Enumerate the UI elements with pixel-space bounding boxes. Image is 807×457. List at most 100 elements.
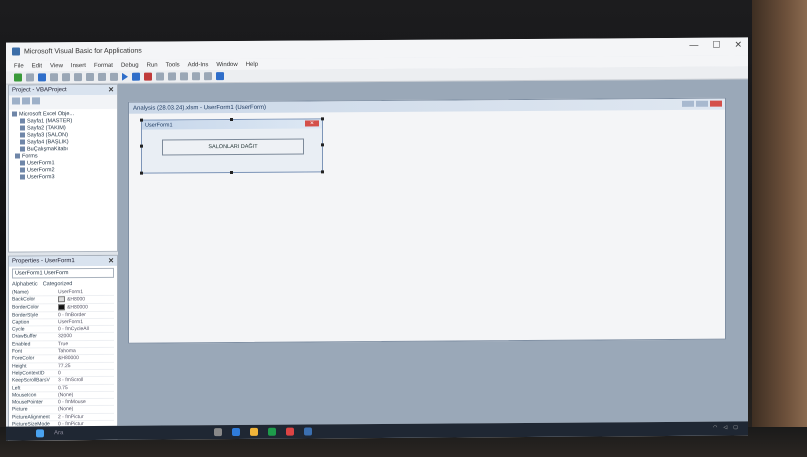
notification-icon[interactable]: ▢ (733, 424, 738, 430)
resize-handle[interactable] (140, 144, 143, 148)
excel-view-icon[interactable] (14, 73, 22, 82)
property-name: ForeColor (12, 355, 35, 362)
menu-addins[interactable]: Add-Ins (188, 62, 209, 68)
chrome-icon[interactable] (286, 427, 294, 436)
screen: Microsoft Visual Basic for Applications … (6, 37, 748, 441)
paste-icon[interactable] (74, 73, 82, 82)
property-value[interactable]: (None) (58, 392, 114, 399)
break-icon[interactable] (132, 72, 140, 81)
property-value[interactable]: 2 - fmPictur (58, 414, 114, 421)
save-icon[interactable] (38, 73, 46, 82)
menu-help[interactable]: Help (246, 61, 258, 67)
workbook-icon (20, 146, 25, 152)
object-browser-icon[interactable] (192, 72, 200, 81)
undo-icon[interactable] (98, 72, 106, 81)
menu-window[interactable]: Window (216, 61, 237, 67)
tab-alphabetic[interactable]: Alphabetic (12, 281, 38, 287)
close-icon[interactable]: ✕ (108, 257, 114, 265)
toggle-folders-icon[interactable] (32, 97, 40, 105)
network-icon[interactable]: ◠ (713, 425, 717, 431)
resize-handle[interactable] (140, 171, 143, 175)
windows-start-icon[interactable] (36, 429, 44, 438)
property-name: MouseIcon (12, 392, 37, 399)
resize-handle[interactable] (321, 143, 324, 147)
property-value[interactable]: &H8000 (58, 296, 114, 303)
cut-icon[interactable] (50, 73, 58, 82)
run-icon[interactable] (122, 72, 128, 81)
distribute-halls-button[interactable]: SALONLARI DAĞIT (162, 138, 304, 156)
userform-close-icon[interactable]: ✕ (305, 120, 319, 127)
resize-handle[interactable] (321, 117, 324, 121)
menu-insert[interactable]: Insert (71, 63, 86, 69)
property-value[interactable]: 0 - fmCycleAll (58, 326, 114, 333)
properties-table: (Name) UserForm1 BackColor &H8000 BorderColo… (9, 288, 117, 437)
file-explorer-icon[interactable] (250, 427, 258, 436)
close-icon[interactable]: ✕ (734, 39, 742, 50)
color-swatch (58, 304, 65, 311)
property-name: HelpContextID (12, 370, 45, 377)
taskbar-search[interactable]: Ara (54, 430, 94, 436)
find-icon[interactable] (86, 72, 94, 82)
minimize-icon[interactable]: — (689, 40, 698, 51)
userform[interactable]: UserForm1 ✕ SALONLARI DAĞIT (140, 117, 324, 175)
property-value[interactable]: 77.25 (58, 362, 114, 369)
help-icon[interactable] (216, 72, 224, 81)
minimize-icon[interactable] (682, 100, 694, 107)
maximize-icon[interactable]: ☐ (712, 40, 720, 51)
menu-run[interactable]: Run (147, 62, 158, 68)
property-value[interactable]: 0.75 (58, 384, 114, 391)
reset-icon[interactable] (144, 72, 152, 81)
property-value[interactable]: True (58, 341, 114, 348)
resize-handle[interactable] (230, 171, 233, 175)
property-value[interactable]: UserForm1 (58, 319, 114, 326)
design-mode-icon[interactable] (156, 72, 164, 81)
property-name: Font (12, 348, 23, 355)
property-name: BackColor (12, 296, 36, 303)
excel-taskbar-icon[interactable] (268, 427, 276, 436)
menu-edit[interactable]: Edit (32, 63, 42, 69)
view-object-icon[interactable] (22, 97, 30, 105)
resize-handle[interactable] (140, 118, 143, 122)
form-icon (20, 174, 25, 180)
maximize-icon[interactable] (696, 100, 708, 107)
property-value[interactable]: UserForm1 (58, 289, 114, 296)
properties-pane-header: Properties - UserForm1 ✕ (9, 255, 117, 267)
property-name: KeepScrollBarsV (12, 377, 50, 384)
project-explorer-icon[interactable] (168, 72, 176, 81)
property-value[interactable]: &H80000 (58, 304, 114, 311)
code-workspace: Analysis (28.03.24).xlsm - UserForm1 (Us… (118, 79, 748, 426)
designer-titlebar: Analysis (28.03.24).xlsm - UserForm1 (Us… (129, 98, 725, 114)
vba-app-icon (12, 47, 20, 56)
menu-view[interactable]: View (50, 63, 63, 69)
tree-item[interactable]: UserForm3 (12, 174, 114, 182)
menu-tools[interactable]: Tools (166, 62, 180, 68)
property-value[interactable]: (None) (58, 406, 114, 413)
task-view-icon[interactable] (214, 428, 222, 437)
object-select[interactable]: UserForm1 UserForm (12, 267, 114, 279)
property-value[interactable]: 3 - fmScroll (58, 377, 114, 384)
close-icon[interactable] (710, 100, 722, 107)
menu-format[interactable]: Format (94, 62, 113, 68)
vba-taskbar-icon[interactable] (304, 427, 312, 436)
property-value[interactable]: &H80000 (58, 355, 114, 362)
view-code-icon[interactable] (12, 97, 20, 105)
property-value[interactable]: 0 - fmMouse (58, 399, 114, 406)
toolbox-icon[interactable] (204, 72, 212, 81)
edge-icon[interactable] (232, 427, 240, 437)
property-value[interactable]: Tahoma (58, 348, 114, 355)
menu-file[interactable]: File (14, 63, 24, 69)
volume-icon[interactable]: ◁ (723, 425, 727, 431)
copy-icon[interactable] (62, 73, 70, 82)
close-icon[interactable]: ✕ (108, 86, 114, 94)
menu-debug[interactable]: Debug (121, 62, 139, 68)
property-value[interactable]: 0 - fmBorder (58, 311, 114, 318)
resize-handle[interactable] (321, 170, 324, 174)
property-value[interactable]: 0 (58, 370, 114, 377)
redo-icon[interactable] (110, 72, 118, 81)
tab-categorized[interactable]: Categorized (43, 281, 73, 287)
color-swatch (58, 296, 65, 303)
resize-handle[interactable] (230, 118, 233, 122)
insert-module-icon[interactable] (26, 73, 34, 82)
property-value[interactable]: 32000 (58, 333, 114, 340)
properties-icon[interactable] (180, 72, 188, 81)
